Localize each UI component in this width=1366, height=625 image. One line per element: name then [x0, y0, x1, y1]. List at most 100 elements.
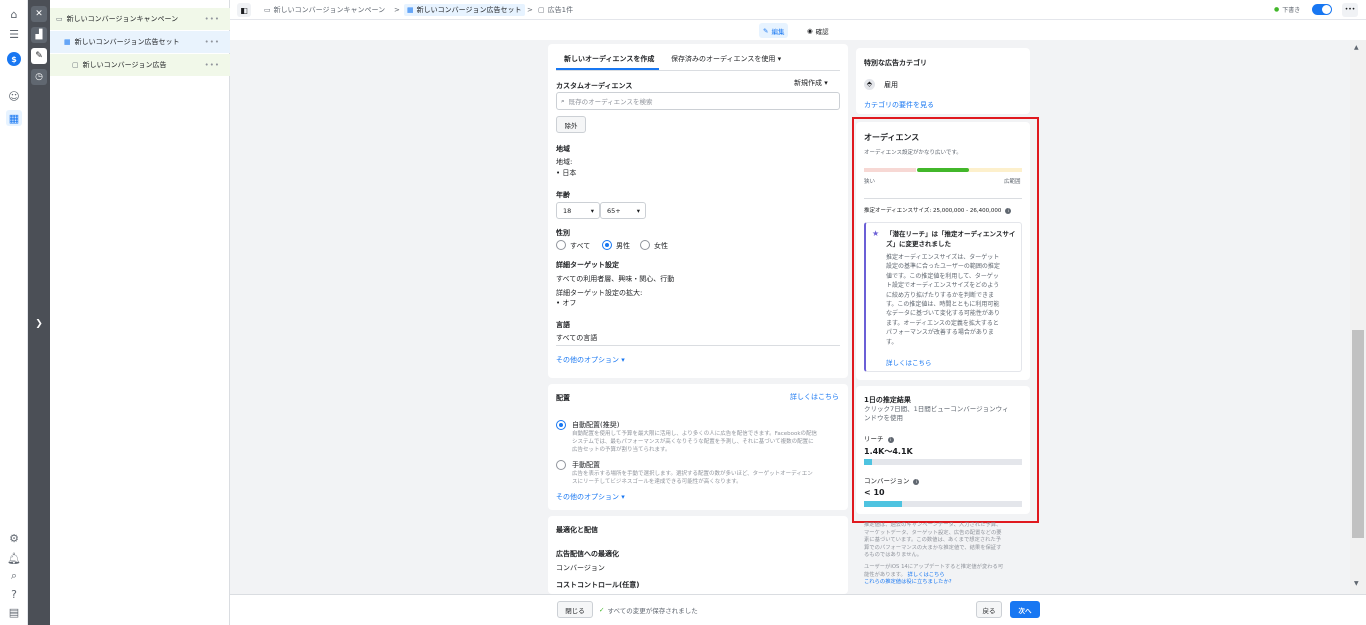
settings-icon[interactable]: ⚙	[6, 530, 22, 546]
draft-toggle[interactable]	[1312, 4, 1332, 15]
age-max-select[interactable]: 65+ ▾	[600, 202, 646, 219]
tree-campaign-label: 新しいコンバージョンキャンペーン	[66, 15, 179, 23]
tree-ad-more-button[interactable]: •••	[205, 61, 220, 69]
draft-label: 下書き	[1282, 7, 1301, 14]
gender-female-radio[interactable]	[640, 240, 650, 250]
special-category-item: 雇用	[884, 81, 898, 89]
tree-adset[interactable]: ▦ 新しいコンバージョン広告セット •••	[50, 31, 230, 53]
special-category-title: 特別な広告カテゴリ	[864, 59, 927, 67]
audience-more-options-link[interactable]: その他のオプション ▾	[556, 355, 625, 365]
detail-expansion-value: • オフ	[556, 299, 577, 307]
tab-new-audience[interactable]: 新しいオーディエンスを作成	[564, 54, 654, 64]
age-min-value: 18	[563, 206, 572, 215]
optimization-goal-title: 広告配信への最適化	[556, 550, 619, 558]
custom-audience-search-input[interactable]: ⌕ 既存のオーディエンスを検索	[556, 92, 840, 110]
age-min-select[interactable]: 18 ▾	[556, 202, 600, 219]
ios-learn-more-link[interactable]: 詳しくはこちら	[908, 572, 945, 578]
chart-icon[interactable]: ▟	[31, 27, 47, 43]
tree-ad[interactable]: ▢ 新しいコンバージョン広告 •••	[50, 54, 230, 76]
back-button[interactable]: 戻る	[976, 601, 1002, 618]
report-icon[interactable]: ▤	[6, 604, 22, 620]
scroll-down-icon[interactable]: ▼	[1354, 580, 1359, 587]
search-icon[interactable]: ⌕	[6, 568, 22, 584]
ad-icon: ▢	[72, 61, 79, 69]
breadcrumb-separator: >	[527, 6, 533, 14]
tree-campaign[interactable]: ▭ 新しいコンバージョンキャンペーン •••	[50, 8, 230, 30]
special-category-card: 特別な広告カテゴリ ⬘ 雇用 カテゴリの要件を見る	[856, 48, 1030, 114]
location-title: 地域	[556, 145, 570, 153]
detail-targeting-title: 詳細ターゲット設定	[556, 261, 619, 269]
placement-title: 配置	[556, 394, 570, 402]
panel-toggle-icon[interactable]: ◧	[237, 3, 251, 17]
tree-ad-label: 新しいコンバージョン広告	[82, 61, 167, 69]
breadcrumb-campaign[interactable]: ▭ 新しいコンバージョンキャンペーン	[264, 4, 385, 16]
pencil-icon: ✎	[763, 26, 769, 35]
close-icon[interactable]: ✕	[31, 6, 47, 22]
close-button[interactable]: 閉じる	[557, 601, 593, 618]
campaign-tree: ▭ 新しいコンバージョンキャンペーン ••• ▦ 新しいコンバージョン広告セット…	[50, 0, 230, 625]
location-value: • 日本	[556, 169, 577, 177]
gender-male-radio[interactable]	[602, 240, 612, 250]
tab-review-label: 確認	[815, 27, 829, 36]
status-dot-icon: ●	[1274, 6, 1280, 13]
draft-status: ● 下書き	[1274, 5, 1300, 14]
next-button[interactable]: 次へ	[1010, 601, 1040, 618]
table-grid-icon[interactable]: ▦	[6, 110, 22, 126]
optimization-goal-value: コンバージョン	[556, 564, 605, 572]
expand-icon[interactable]: ❯	[31, 316, 47, 332]
folder-icon: ▭	[56, 15, 63, 23]
caret-down-icon: ▾	[590, 206, 594, 215]
tab-review[interactable]: ◉ 確認	[803, 23, 833, 38]
scrollbar-thumb[interactable]	[1352, 330, 1364, 538]
tree-campaign-more-button[interactable]: •••	[205, 15, 220, 23]
account-avatar[interactable]: $	[7, 52, 21, 66]
placement-learn-more-link[interactable]: 詳しくはこちら	[790, 392, 839, 402]
manual-placement-desc: 広告を表示する場所を手動で選択します。選択する配置の数が多いほど、ターゲットオー…	[572, 471, 813, 485]
caret-down-icon: ▾	[636, 206, 640, 215]
breadcrumb-adset[interactable]: ▦ 新しいコンバージョン広告セット	[404, 4, 525, 16]
tab-edit[interactable]: ✎ 編集	[759, 23, 789, 38]
breadcrumb-ad-label: 広告1件	[547, 6, 574, 14]
clock-icon[interactable]: ◷	[31, 69, 47, 85]
gender-title: 性別	[556, 229, 570, 237]
menu-icon[interactable]: ☰	[6, 26, 22, 42]
placement-more-options-link[interactable]: その他のオプション ▾	[556, 492, 625, 502]
breadcrumb-adset-label: 新しいコンバージョン広告セット	[416, 6, 522, 14]
tab-edit-label: 編集	[771, 27, 785, 36]
audience-card: 新しいオーディエンスを作成 保存済みのオーディエンスを使用 ▾ カスタムオーディ…	[548, 44, 848, 378]
manual-placement-radio[interactable]	[556, 460, 566, 470]
create-new-dropdown[interactable]: 新規作成 ▾	[794, 78, 828, 88]
auto-placement-title: 自動配置(推奨)	[572, 421, 620, 429]
breadcrumb-separator: >	[394, 6, 400, 14]
search-placeholder: 既存のオーディエンスを検索	[568, 98, 653, 106]
help-icon[interactable]: ?	[6, 586, 22, 602]
tree-adset-label: 新しいコンバージョン広告セット	[74, 38, 180, 46]
tag-icon: ⬘	[864, 79, 875, 90]
save-status-text: すべての変更が保存されました	[607, 607, 698, 615]
scrollbar[interactable]: ▲ ▼	[1350, 40, 1366, 594]
eye-icon: ◉	[807, 26, 813, 35]
notifications-icon[interactable]: 🔔︎	[6, 550, 22, 566]
save-status: ✓ すべての変更が保存されました	[599, 605, 698, 615]
category-requirements-link[interactable]: カテゴリの要件を見る	[864, 100, 934, 110]
detail-targeting-value: すべての利用者層、興味・関心、行動	[556, 275, 675, 283]
emoji-icon[interactable]: ☺	[6, 88, 22, 104]
breadcrumb-ad[interactable]: ▢ 広告1件	[538, 4, 573, 16]
scroll-up-icon[interactable]: ▲	[1354, 44, 1359, 51]
home-icon[interactable]: ⌂	[6, 6, 22, 22]
editor-toolbar: ✕ ▟ ✎ ◷ ❯	[28, 0, 50, 625]
search-icon: ⌕	[561, 96, 565, 105]
tab-saved-audience[interactable]: 保存済みのオーディエンスを使用 ▾	[671, 54, 781, 64]
highlight-box	[852, 117, 1039, 523]
pencil-icon[interactable]: ✎	[31, 48, 47, 64]
gender-all-radio[interactable]	[556, 240, 566, 250]
gender-male-label: 男性	[616, 242, 630, 250]
language-value: すべての言語	[556, 334, 598, 342]
estimates-helpful-link[interactable]: これらの推定値は役に立ちましたか?	[864, 579, 1028, 587]
more-button[interactable]: •••	[1342, 3, 1358, 17]
exclude-button[interactable]: 除外	[556, 116, 586, 133]
optimization-card: 最適化と配信 広告配信への最適化 コンバージョン コストコントロール(任意)	[548, 516, 848, 594]
auto-placement-radio[interactable]	[556, 420, 566, 430]
tree-adset-more-button[interactable]: •••	[205, 38, 220, 46]
estimate-footnote: 推定値は、過去のキャンペーンデータ、入力された予算、 マーケットデータ、ターゲッ…	[864, 522, 1028, 587]
